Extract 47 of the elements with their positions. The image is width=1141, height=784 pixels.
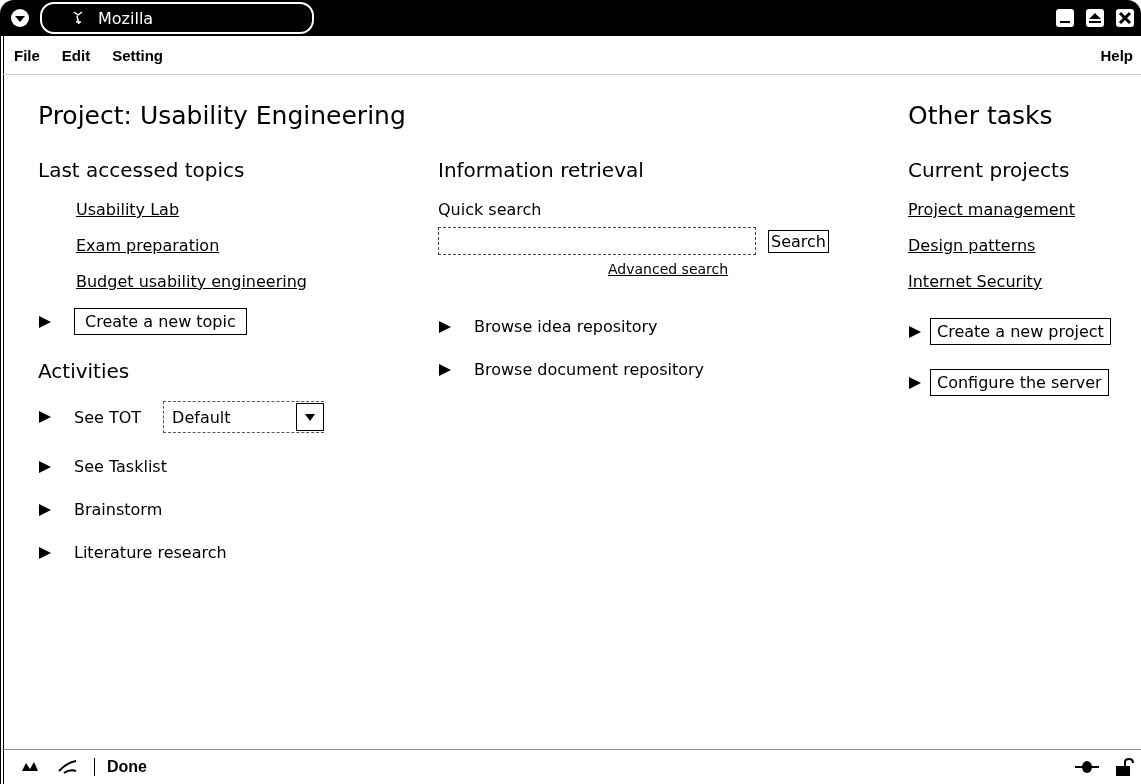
triangle-icon [38,314,52,329]
triangle-icon [38,545,52,560]
activity-link[interactable]: See TOT [74,407,142,427]
menu-icon[interactable] [10,8,30,28]
activity-link[interactable]: See Tasklist [74,457,167,476]
caret-icon [296,403,325,431]
triangle-icon [438,362,452,377]
topic-link[interactable]: Exam preparation [76,236,220,255]
menu-item[interactable]: File [14,46,40,64]
section-heading: Information retrieval [438,158,645,182]
menu-item[interactable]: Setting [112,46,164,64]
action-button[interactable]: Configure the server [930,369,1109,396]
project-title: Project: Usability Engineering [38,100,407,130]
advanced-search-link[interactable]: Advanced search [608,261,729,277]
window-title: Mozilla [40,2,314,34]
section-heading: Current projects [908,158,1071,182]
close-icon[interactable] [1115,8,1135,28]
create-topic-button[interactable]: Create a new topic [74,308,247,335]
section-title: Other tasks [908,100,1054,130]
triangle-icon [908,324,922,339]
project-link[interactable]: Project management [908,200,1075,219]
menu-item[interactable]: Help [1100,46,1133,64]
lock-icon [1113,757,1137,777]
search-label: Quick search [438,200,543,219]
project-link[interactable]: Design patterns [908,236,1036,255]
browse-link[interactable]: Browse idea repository [474,317,658,336]
activity-link[interactable]: Literature research [74,543,227,562]
search-field[interactable] [438,227,756,255]
minimize-icon[interactable] [1055,8,1075,28]
menu-item[interactable]: Edit [61,46,91,64]
section-heading: Activities [38,359,131,383]
project-link[interactable]: Internet Security [908,272,1043,291]
dropdown[interactable]: Default [163,401,325,433]
status-text: Done [94,758,147,776]
browse-link[interactable]: Browse document repository [474,360,705,379]
action-button[interactable]: Create a new project [930,318,1111,345]
triangle-icon [38,502,52,517]
topic-link[interactable]: Usability Lab [76,200,180,219]
search-button[interactable]: Search [768,229,829,253]
section-heading: Last accessed topics [38,158,246,182]
triangle-icon [438,319,452,334]
topic-link[interactable]: Budget usability engineering [76,272,307,291]
activity-link[interactable]: Brainstorm [74,500,163,519]
maximize-icon[interactable] [1085,8,1105,28]
triangle-icon [38,410,52,424]
triangle-icon [908,375,922,390]
triangle-icon [38,459,52,474]
